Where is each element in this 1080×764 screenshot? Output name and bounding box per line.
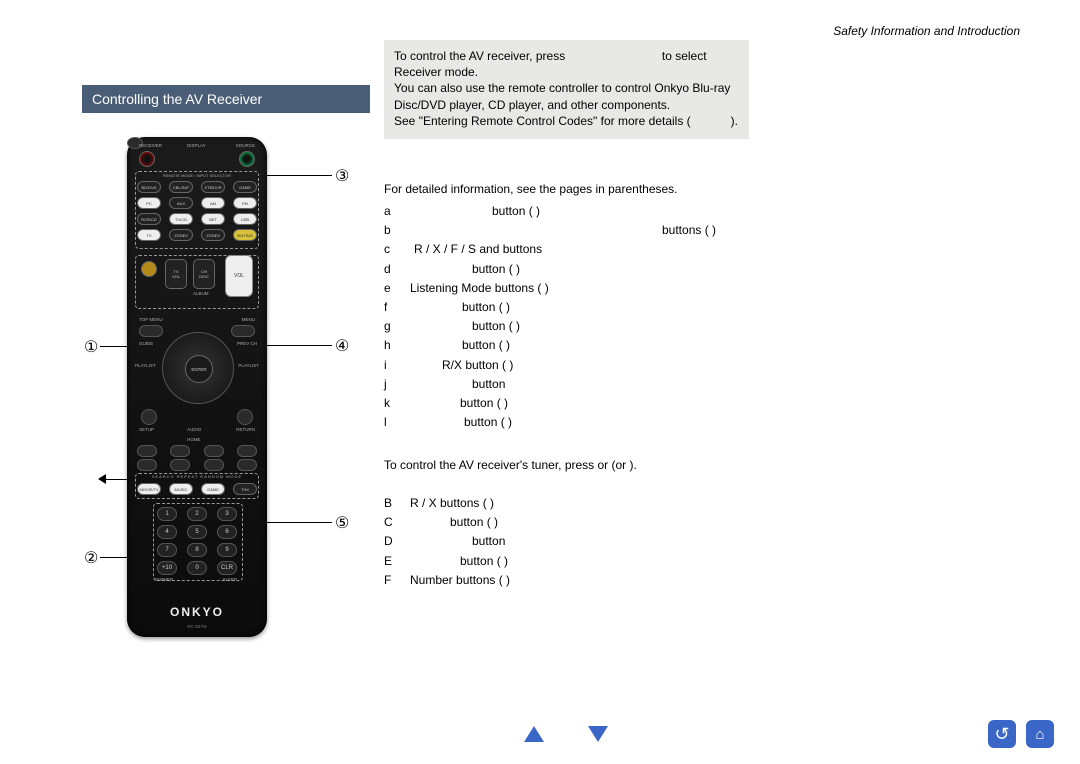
nav-dpad[interactable]: ENTER [162, 332, 234, 404]
breadcrumb: Safety Information and Introduction [833, 24, 1020, 38]
ff-button[interactable] [204, 445, 224, 457]
play-button[interactable] [170, 445, 190, 457]
mode-movie[interactable]: MOVIE/TV [137, 483, 161, 495]
input-cblsat[interactable]: CBL/SAT [169, 181, 193, 193]
callout-4: ④ [335, 336, 349, 356]
standby-button[interactable] [141, 261, 157, 277]
num-6[interactable]: 6 [217, 525, 237, 539]
num-clr[interactable]: CLR [217, 561, 237, 575]
input-fm[interactable]: FM [233, 197, 257, 209]
input-net[interactable]: NET [201, 213, 225, 225]
num-2[interactable]: 2 [187, 507, 207, 521]
num-plus10[interactable]: +10 [157, 561, 177, 575]
receiver-power-button[interactable] [139, 151, 155, 167]
item-list: a button ( ) b buttons ( ) cR / X / F / … [384, 202, 744, 432]
input-aux[interactable]: AUX [169, 197, 193, 209]
zone3-button[interactable]: ZONE3 [201, 229, 225, 241]
q-button[interactable] [141, 409, 157, 425]
input-stbdvr[interactable]: STB/DVR [201, 181, 225, 193]
menu-button[interactable] [231, 325, 255, 337]
mode-game[interactable]: GAME [201, 483, 225, 495]
brand-logo: ONKYO [127, 605, 267, 619]
num-4[interactable]: 4 [157, 525, 177, 539]
tuner-list: BR / X buttons ( ) C button ( ) D button… [384, 494, 744, 590]
lead-line [262, 175, 332, 176]
input-usb[interactable]: USB [233, 213, 257, 225]
page-down-icon[interactable] [588, 726, 608, 742]
detail-intro: For detailed information, see the pages … [384, 182, 678, 196]
remote-illustration: RECEIVER DISPLAY SOURCE REMOTE MODE / IN… [127, 137, 267, 637]
vol-rocker[interactable]: VOL [225, 255, 253, 297]
input-pc[interactable]: PC [137, 197, 161, 209]
input-am[interactable]: AM [201, 197, 225, 209]
top-menu-button[interactable] [139, 325, 163, 337]
ch-disc-rocker[interactable]: CH DISC [193, 259, 215, 289]
prev-button[interactable] [137, 459, 157, 471]
callout-5: ⑤ [335, 513, 349, 533]
rew-button[interactable] [137, 445, 157, 457]
triangle-marker [98, 474, 106, 484]
num-1[interactable]: 1 [157, 507, 177, 521]
note-box: To control the AV receiver, press to sel… [384, 40, 749, 139]
num-3[interactable]: 3 [217, 507, 237, 521]
muting-button[interactable]: MUTING [233, 229, 257, 241]
source-power-button[interactable] [239, 151, 255, 167]
next-button[interactable] [237, 459, 257, 471]
tuner-intro: To control the AV receiver's tuner, pres… [384, 456, 744, 474]
pause-button[interactable] [170, 459, 190, 471]
model-number: RC-837M [127, 624, 267, 629]
input-tv[interactable]: TV [137, 229, 161, 241]
home-icon[interactable]: ⌂ [1026, 720, 1054, 748]
lead-line [256, 522, 332, 523]
return-button[interactable] [237, 409, 253, 425]
section-title: Controlling the AV Receiver [82, 85, 370, 113]
page-up-icon[interactable] [524, 726, 544, 742]
num-5[interactable]: 5 [187, 525, 207, 539]
callout-3: ③ [335, 166, 349, 186]
mode-music[interactable]: MUSIC [169, 483, 193, 495]
input-tvcd[interactable]: TV/CD [169, 213, 193, 225]
enter-button[interactable]: ENTER [185, 355, 213, 383]
num-7[interactable]: 7 [157, 543, 177, 557]
input-rcrcd[interactable]: RCR/CD [137, 213, 161, 225]
num-0[interactable]: 0 [187, 561, 207, 575]
num-9[interactable]: 9 [217, 543, 237, 557]
callout-1: ① [84, 337, 98, 357]
stop-button[interactable] [204, 459, 224, 471]
zone2-button[interactable]: ZONE2 [169, 229, 193, 241]
callout-2: ② [84, 548, 98, 568]
mode-thx[interactable]: THX [233, 483, 257, 495]
input-game[interactable]: GAME [233, 181, 257, 193]
back-icon[interactable]: ↺ [988, 720, 1016, 748]
input-bddvd[interactable]: BD/DVD [137, 181, 161, 193]
num-8[interactable]: 8 [187, 543, 207, 557]
tv-vol-rocker[interactable]: TV VOL [165, 259, 187, 289]
skip-button[interactable] [237, 445, 257, 457]
